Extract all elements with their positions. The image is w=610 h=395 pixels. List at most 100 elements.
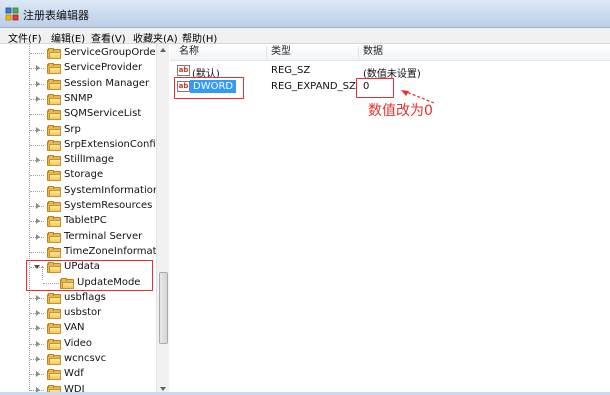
tree-item-label: Srp bbox=[64, 123, 81, 135]
folder-icon bbox=[47, 124, 61, 136]
tree-guide-line bbox=[30, 53, 44, 54]
tree-item-label: Session Manager bbox=[64, 77, 150, 89]
value-type: REG_EXPAND_SZ bbox=[271, 81, 356, 92]
tree-item-label: usbstor bbox=[64, 307, 102, 319]
folder-icon bbox=[47, 323, 61, 335]
tree-item-timezoneinformatio[interactable]: TimeZoneInformatio bbox=[0, 245, 165, 260]
tree-item-storage[interactable]: Storage bbox=[0, 168, 158, 183]
tree-item-sqmservicelist[interactable]: SQMServiceList bbox=[0, 107, 158, 122]
folder-icon bbox=[47, 139, 61, 151]
tree-item-servicegrouporder[interactable]: ServiceGroupOrder bbox=[0, 46, 160, 61]
tree-item-label: VAN bbox=[64, 322, 85, 334]
folder-icon bbox=[47, 292, 61, 304]
collapsed-arrow-icon[interactable] bbox=[36, 80, 40, 87]
tree-item-label: SQMServiceList bbox=[64, 108, 142, 120]
window-title: 注册表编辑器 bbox=[23, 9, 89, 22]
collapsed-arrow-icon[interactable] bbox=[36, 294, 40, 301]
tree-item-label: SrpExtensionConfig bbox=[64, 138, 162, 150]
tree-item-wcncsvc[interactable]: wcncsvc bbox=[0, 352, 158, 367]
tree-item-systemresources[interactable]: SystemResources bbox=[0, 199, 158, 214]
highlight-box-updata-key bbox=[26, 260, 153, 291]
column-header-name[interactable]: 名称 bbox=[179, 44, 199, 60]
collapsed-arrow-icon[interactable] bbox=[36, 340, 40, 347]
string-value-icon: ab bbox=[177, 65, 190, 76]
column-header-type[interactable]: 类型 bbox=[271, 44, 291, 60]
regedit-icon bbox=[5, 7, 19, 21]
column-separator[interactable] bbox=[266, 46, 267, 59]
tree-item-terminal-server[interactable]: Terminal Server bbox=[0, 230, 158, 245]
value-type: REG_SZ bbox=[271, 65, 311, 76]
tree-item-usbflags[interactable]: usbflags bbox=[0, 291, 158, 306]
title-bar[interactable]: 注册表编辑器 bbox=[0, 0, 610, 28]
column-separator[interactable] bbox=[358, 46, 359, 59]
folder-icon bbox=[47, 109, 61, 121]
menu-favorites[interactable]: 收藏夹(A) bbox=[133, 30, 178, 45]
tree-item-label: SNMP bbox=[64, 92, 93, 104]
tree-item-stillimage[interactable]: StillImage bbox=[0, 153, 158, 168]
collapsed-arrow-icon[interactable] bbox=[36, 65, 40, 72]
tree-item-label: SystemInformation bbox=[64, 184, 160, 196]
highlight-box-dword-name bbox=[174, 77, 244, 99]
folder-icon bbox=[47, 369, 61, 381]
folder-icon bbox=[47, 354, 61, 365]
folder-icon bbox=[47, 246, 61, 258]
tree-item-label: Video bbox=[64, 337, 93, 349]
collapsed-arrow-icon[interactable] bbox=[36, 233, 40, 240]
column-header-data[interactable]: 数据 bbox=[363, 44, 383, 60]
folder-icon bbox=[47, 308, 61, 320]
tree-item-label: ServiceProvider bbox=[64, 62, 143, 74]
menu-file[interactable]: 文件(F) bbox=[8, 30, 42, 45]
tree-guide-line bbox=[30, 251, 44, 253]
tree-item-wdf[interactable]: Wdf bbox=[0, 367, 158, 382]
folder-icon bbox=[47, 216, 61, 228]
folder-icon bbox=[47, 48, 61, 59]
tree-item-tabletpc[interactable]: TabletPC bbox=[0, 214, 158, 229]
menu-bar: 文件(F) 编辑(E) 查看(V) 收藏夹(A) 帮助(H) bbox=[0, 28, 610, 45]
tree-item-snmp[interactable]: SNMP bbox=[0, 92, 158, 107]
tree-item-session-manager[interactable]: Session Manager bbox=[0, 77, 158, 92]
collapsed-arrow-icon[interactable] bbox=[36, 218, 40, 225]
tree-item-label: ServiceGroupOrder bbox=[64, 47, 160, 58]
tree-item-van[interactable]: VAN bbox=[0, 321, 158, 336]
collapsed-arrow-icon[interactable] bbox=[36, 157, 40, 164]
tree-item-systeminformation[interactable]: SystemInformation bbox=[0, 184, 160, 199]
tree-scrollbar[interactable] bbox=[156, 44, 169, 395]
collapsed-arrow-icon[interactable] bbox=[36, 371, 40, 378]
highlight-box-value-data bbox=[356, 78, 394, 98]
tree-item-srpextensionconfig[interactable]: SrpExtensionConfig bbox=[0, 138, 162, 153]
scroll-up-arrow-icon[interactable] bbox=[160, 48, 166, 52]
menu-help[interactable]: 帮助(H) bbox=[182, 30, 217, 45]
folder-icon bbox=[47, 185, 61, 197]
menu-view[interactable]: 查看(V) bbox=[91, 30, 126, 45]
collapsed-arrow-icon[interactable] bbox=[36, 310, 40, 317]
collapsed-arrow-icon[interactable] bbox=[36, 126, 40, 133]
tree-item-label: Terminal Server bbox=[64, 230, 143, 242]
tree-guide-line bbox=[30, 175, 44, 177]
tree-item-label: Storage bbox=[64, 169, 104, 181]
tree-item-label: SystemResources bbox=[64, 200, 153, 211]
list-header bbox=[170, 44, 610, 61]
tree-item-label: wcncsvc bbox=[64, 353, 107, 364]
scroll-down-arrow-icon[interactable] bbox=[160, 387, 166, 391]
folder-icon bbox=[47, 338, 61, 350]
tree-guide-line bbox=[30, 114, 44, 116]
annotation-text: 数值改为0 bbox=[368, 103, 433, 119]
tree-guide-line bbox=[30, 190, 44, 192]
scrollbar-thumb[interactable] bbox=[159, 272, 168, 344]
menu-edit[interactable]: 编辑(E) bbox=[51, 30, 85, 45]
folder-icon bbox=[47, 78, 61, 90]
tree-item-video[interactable]: Video bbox=[0, 337, 158, 352]
tree-item-serviceprovider[interactable]: ServiceProvider bbox=[0, 61, 158, 76]
tree-item-srp[interactable]: Srp bbox=[0, 123, 158, 138]
collapsed-arrow-icon[interactable] bbox=[36, 95, 40, 102]
collapsed-arrow-icon[interactable] bbox=[36, 203, 40, 209]
collapsed-arrow-icon[interactable] bbox=[36, 325, 40, 332]
folder-icon bbox=[47, 170, 61, 182]
tree-item-label: Wdf bbox=[64, 368, 84, 380]
tree-item-label: StillImage bbox=[64, 154, 114, 166]
folder-icon bbox=[47, 63, 61, 75]
collapsed-arrow-icon[interactable] bbox=[36, 356, 40, 362]
tree-item-label: usbflags bbox=[64, 291, 106, 303]
registry-key-tree[interactable]: ServiceGroupOrder ServiceProvider Session … bbox=[0, 44, 169, 395]
tree-item-usbstor[interactable]: usbstor bbox=[0, 306, 158, 321]
